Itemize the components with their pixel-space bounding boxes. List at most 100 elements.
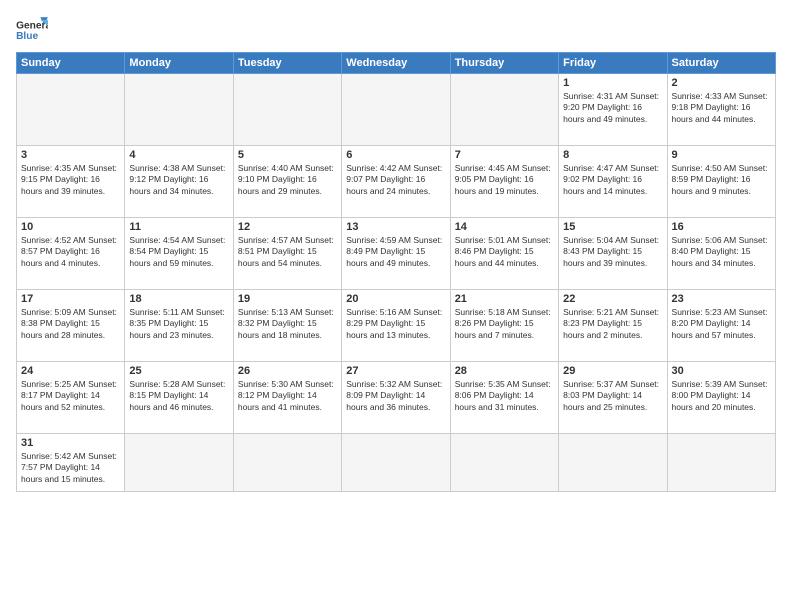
- day-cell: 25 Sunrise: 5:28 AM Sunset: 8:15 PM Dayli…: [125, 362, 233, 434]
- day-cell: [667, 434, 775, 492]
- day-info: Sunrise: 4:50 AM Sunset: 8:59 PM Dayligh…: [672, 163, 771, 197]
- day-number: 17: [21, 293, 120, 305]
- day-cell: 30 Sunrise: 5:39 AM Sunset: 8:00 PM Dayli…: [667, 362, 775, 434]
- day-number: 31: [21, 437, 120, 449]
- day-number: 4: [129, 149, 228, 161]
- weekday-header-sunday: Sunday: [17, 53, 125, 74]
- day-cell: [233, 74, 341, 146]
- day-cell: [125, 74, 233, 146]
- day-number: 9: [672, 149, 771, 161]
- day-info: Sunrise: 5:37 AM Sunset: 8:03 PM Dayligh…: [563, 379, 662, 413]
- day-cell: 28Sunrise: 5:35 AM Sunset: 8:06 PM Dayli…: [450, 362, 558, 434]
- week-row-4: 24 Sunrise: 5:25 AM Sunset: 8:17 PM Dayli…: [17, 362, 776, 434]
- day-info: Sunrise: 5:25 AM Sunset: 8:17 PM Dayligh…: [21, 379, 120, 413]
- day-number: 29: [563, 365, 662, 377]
- day-info: Sunrise: 5:30 AM Sunset: 8:12 PM Dayligh…: [238, 379, 337, 413]
- day-number: 6: [346, 149, 445, 161]
- day-info: Sunrise: 5:09 AM Sunset: 8:38 PM Dayligh…: [21, 307, 120, 341]
- day-info: Sunrise: 4:47 AM Sunset: 9:02 PM Dayligh…: [563, 163, 662, 197]
- day-cell: 2 Sunrise: 4:33 AM Sunset: 9:18 PM Daylig…: [667, 74, 775, 146]
- day-info: Sunrise: 5:28 AM Sunset: 8:15 PM Dayligh…: [129, 379, 228, 413]
- day-info: Sunrise: 4:59 AM Sunset: 8:49 PM Dayligh…: [346, 235, 445, 269]
- header: General Blue: [16, 16, 776, 44]
- generalblue-logo-icon: General Blue: [16, 16, 48, 44]
- day-number: 14: [455, 221, 554, 233]
- day-info: Sunrise: 5:16 AM Sunset: 8:29 PM Dayligh…: [346, 307, 445, 341]
- day-number: 3: [21, 149, 120, 161]
- day-number: 27: [346, 365, 445, 377]
- day-info: Sunrise: 5:11 AM Sunset: 8:35 PM Dayligh…: [129, 307, 228, 341]
- week-row-1: 3 Sunrise: 4:35 AM Sunset: 9:15 PM Daylig…: [17, 146, 776, 218]
- day-info: Sunrise: 5:32 AM Sunset: 8:09 PM Dayligh…: [346, 379, 445, 413]
- day-number: 24: [21, 365, 120, 377]
- day-info: Sunrise: 5:13 AM Sunset: 8:32 PM Dayligh…: [238, 307, 337, 341]
- day-cell: 29 Sunrise: 5:37 AM Sunset: 8:03 PM Dayli…: [559, 362, 667, 434]
- day-number: 20: [346, 293, 445, 305]
- day-cell: 8Sunrise: 4:47 AM Sunset: 9:02 PM Daylig…: [559, 146, 667, 218]
- day-cell: 1 Sunrise: 4:31 AM Sunset: 9:20 PM Daylig…: [559, 74, 667, 146]
- day-cell: 10Sunrise: 4:52 AM Sunset: 8:57 PM Dayli…: [17, 218, 125, 290]
- day-cell: 22 Sunrise: 5:21 AM Sunset: 8:23 PM Dayli…: [559, 290, 667, 362]
- week-row-3: 17 Sunrise: 5:09 AM Sunset: 8:38 PM Dayli…: [17, 290, 776, 362]
- page: General Blue SundayMondayTuesdayWednesda…: [0, 0, 792, 612]
- day-info: Sunrise: 4:40 AM Sunset: 9:10 PM Dayligh…: [238, 163, 337, 197]
- weekday-header-monday: Monday: [125, 53, 233, 74]
- day-info: Sunrise: 5:23 AM Sunset: 8:20 PM Dayligh…: [672, 307, 771, 341]
- day-cell: 17 Sunrise: 5:09 AM Sunset: 8:38 PM Dayli…: [17, 290, 125, 362]
- day-cell: [450, 74, 558, 146]
- day-number: 23: [672, 293, 771, 305]
- day-number: 1: [563, 77, 662, 89]
- day-info: Sunrise: 5:01 AM Sunset: 8:46 PM Dayligh…: [455, 235, 554, 269]
- week-row-0: 1 Sunrise: 4:31 AM Sunset: 9:20 PM Daylig…: [17, 74, 776, 146]
- day-cell: 27 Sunrise: 5:32 AM Sunset: 8:09 PM Dayli…: [342, 362, 450, 434]
- day-info: Sunrise: 4:35 AM Sunset: 9:15 PM Dayligh…: [21, 163, 120, 197]
- day-cell: 19 Sunrise: 5:13 AM Sunset: 8:32 PM Dayli…: [233, 290, 341, 362]
- day-info: Sunrise: 5:18 AM Sunset: 8:26 PM Dayligh…: [455, 307, 554, 341]
- day-number: 25: [129, 365, 228, 377]
- weekday-header-friday: Friday: [559, 53, 667, 74]
- svg-text:Blue: Blue: [16, 31, 38, 42]
- week-row-2: 10Sunrise: 4:52 AM Sunset: 8:57 PM Dayli…: [17, 218, 776, 290]
- day-info: Sunrise: 4:38 AM Sunset: 9:12 PM Dayligh…: [129, 163, 228, 197]
- day-cell: [342, 434, 450, 492]
- day-info: Sunrise: 5:04 AM Sunset: 8:43 PM Dayligh…: [563, 235, 662, 269]
- day-info: Sunrise: 4:57 AM Sunset: 8:51 PM Dayligh…: [238, 235, 337, 269]
- day-cell: 6 Sunrise: 4:42 AM Sunset: 9:07 PM Daylig…: [342, 146, 450, 218]
- day-number: 18: [129, 293, 228, 305]
- day-cell: 24 Sunrise: 5:25 AM Sunset: 8:17 PM Dayli…: [17, 362, 125, 434]
- week-row-5: 31 Sunrise: 5:42 AM Sunset: 7:57 PM Dayli…: [17, 434, 776, 492]
- day-number: 10: [21, 221, 120, 233]
- day-cell: [342, 74, 450, 146]
- day-info: Sunrise: 4:54 AM Sunset: 8:54 PM Dayligh…: [129, 235, 228, 269]
- day-number: 2: [672, 77, 771, 89]
- day-info: Sunrise: 5:39 AM Sunset: 8:00 PM Dayligh…: [672, 379, 771, 413]
- day-cell: 23 Sunrise: 5:23 AM Sunset: 8:20 PM Dayli…: [667, 290, 775, 362]
- day-cell: 21 Sunrise: 5:18 AM Sunset: 8:26 PM Dayli…: [450, 290, 558, 362]
- day-number: 5: [238, 149, 337, 161]
- day-cell: 16 Sunrise: 5:06 AM Sunset: 8:40 PM Dayli…: [667, 218, 775, 290]
- day-cell: 11 Sunrise: 4:54 AM Sunset: 8:54 PM Dayli…: [125, 218, 233, 290]
- day-number: 28: [455, 365, 554, 377]
- day-cell: [559, 434, 667, 492]
- day-number: 7: [455, 149, 554, 161]
- day-number: 16: [672, 221, 771, 233]
- day-number: 21: [455, 293, 554, 305]
- day-number: 19: [238, 293, 337, 305]
- day-info: Sunrise: 4:33 AM Sunset: 9:18 PM Dayligh…: [672, 91, 771, 125]
- day-info: Sunrise: 4:31 AM Sunset: 9:20 PM Dayligh…: [563, 91, 662, 125]
- day-cell: 3 Sunrise: 4:35 AM Sunset: 9:15 PM Daylig…: [17, 146, 125, 218]
- day-number: 22: [563, 293, 662, 305]
- day-info: Sunrise: 5:06 AM Sunset: 8:40 PM Dayligh…: [672, 235, 771, 269]
- day-info: Sunrise: 4:42 AM Sunset: 9:07 PM Dayligh…: [346, 163, 445, 197]
- day-info: Sunrise: 4:45 AM Sunset: 9:05 PM Dayligh…: [455, 163, 554, 197]
- day-cell: 14 Sunrise: 5:01 AM Sunset: 8:46 PM Dayli…: [450, 218, 558, 290]
- day-info: Sunrise: 5:42 AM Sunset: 7:57 PM Dayligh…: [21, 451, 120, 485]
- day-number: 12: [238, 221, 337, 233]
- day-cell: 7 Sunrise: 4:45 AM Sunset: 9:05 PM Daylig…: [450, 146, 558, 218]
- day-info: Sunrise: 5:21 AM Sunset: 8:23 PM Dayligh…: [563, 307, 662, 341]
- day-number: 26: [238, 365, 337, 377]
- day-number: 11: [129, 221, 228, 233]
- day-cell: 26 Sunrise: 5:30 AM Sunset: 8:12 PM Dayli…: [233, 362, 341, 434]
- day-cell: 12 Sunrise: 4:57 AM Sunset: 8:51 PM Dayli…: [233, 218, 341, 290]
- day-number: 30: [672, 365, 771, 377]
